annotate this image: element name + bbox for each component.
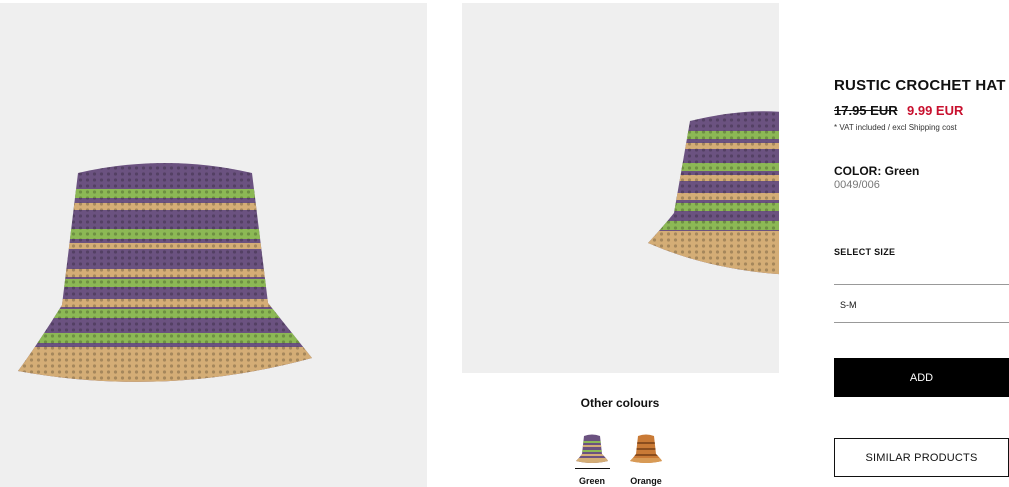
swatch-label-green: Green	[578, 476, 605, 486]
product-reference: 0049/006	[834, 179, 880, 191]
select-size-label: SELECT SIZE	[834, 247, 896, 257]
product-title: RUSTIC CROCHET HAT	[834, 77, 1006, 94]
product-image-secondary[interactable]	[462, 3, 779, 373]
hat-image-side	[648, 111, 779, 275]
size-divider-bottom	[834, 322, 1009, 323]
similar-products-button[interactable]: SIMILAR PRODUCTS	[834, 438, 1009, 477]
size-divider-top	[834, 284, 1009, 285]
hat-thumbnail-green-icon	[576, 434, 608, 463]
product-image-main[interactable]	[0, 3, 427, 487]
hat-image-front	[18, 163, 312, 382]
vat-note[interactable]: * VAT included / excl Shipping cost	[834, 123, 957, 132]
hat-thumbnail-orange-icon	[630, 434, 662, 463]
add-to-cart-button[interactable]: ADD	[834, 358, 1009, 397]
selected-swatch-indicator	[575, 468, 610, 469]
selected-color: COLOR: Green	[834, 164, 920, 178]
swatch-green[interactable]	[574, 430, 610, 466]
price-original: 17.95 EUR	[834, 103, 898, 118]
other-colours-title: Other colours	[580, 396, 660, 410]
price-sale: 9.99 EUR	[907, 103, 964, 118]
size-option-s-m[interactable]: S-M	[840, 300, 857, 310]
swatch-orange[interactable]	[628, 430, 664, 466]
swatch-label-orange: Orange	[630, 476, 662, 486]
